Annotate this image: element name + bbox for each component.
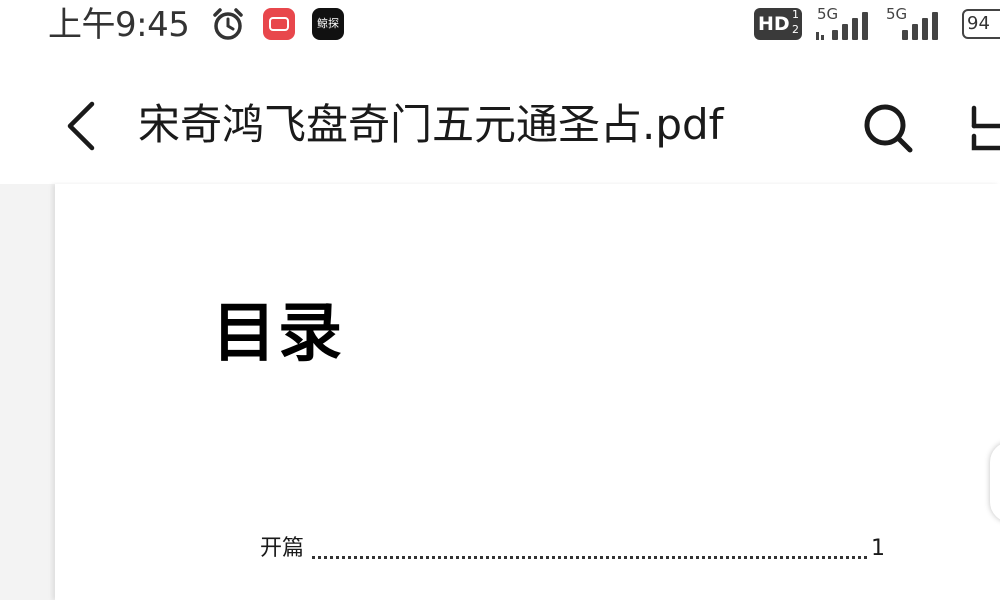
scroll-handle[interactable] (990, 442, 1000, 522)
hd-sup: 1 (792, 8, 799, 21)
toc-dot-leader (312, 536, 867, 559)
toc-heading: 目录 (212, 296, 344, 371)
toc-entry[interactable]: 开篇 1 (260, 534, 885, 564)
hd-label: HD (758, 13, 790, 35)
app-icon-red (263, 8, 295, 40)
toc-entry-page: 1 (871, 536, 885, 561)
toc-entry-label: 开篇 (260, 536, 305, 561)
battery-icon: 94 (962, 9, 1000, 39)
app-icon-black: 鲸探 (312, 8, 344, 40)
app-icon-red-glyph (269, 17, 289, 31)
hd-sub: 2 (792, 23, 799, 36)
hd-badge: HD 1 2 (754, 8, 802, 40)
status-time: 上午9:45 (48, 5, 190, 45)
signal-icon-2 (902, 12, 938, 40)
status-bar: 上午9:45 鲸探 HD 1 2 5G 5G 94 (0, 0, 1000, 50)
pdf-page[interactable]: 目录 开篇 1 (55, 184, 1000, 600)
pdf-reader-screen: 上午9:45 鲸探 HD 1 2 5G 5G 94 宋奇鸿飞盘奇门五元通圣占.p… (0, 0, 1000, 600)
back-icon[interactable] (58, 98, 104, 154)
alarm-icon (213, 8, 243, 40)
signal-icon (816, 12, 868, 40)
more-icon[interactable] (966, 102, 1000, 154)
toolbar: 宋奇鸿飞盘奇门五元通圣占.pdf (0, 70, 1000, 180)
document-title: 宋奇鸿飞盘奇门五元通圣占.pdf (138, 100, 724, 149)
document-viewer[interactable]: 目录 开篇 1 (0, 184, 1000, 600)
search-icon[interactable] (858, 98, 918, 158)
